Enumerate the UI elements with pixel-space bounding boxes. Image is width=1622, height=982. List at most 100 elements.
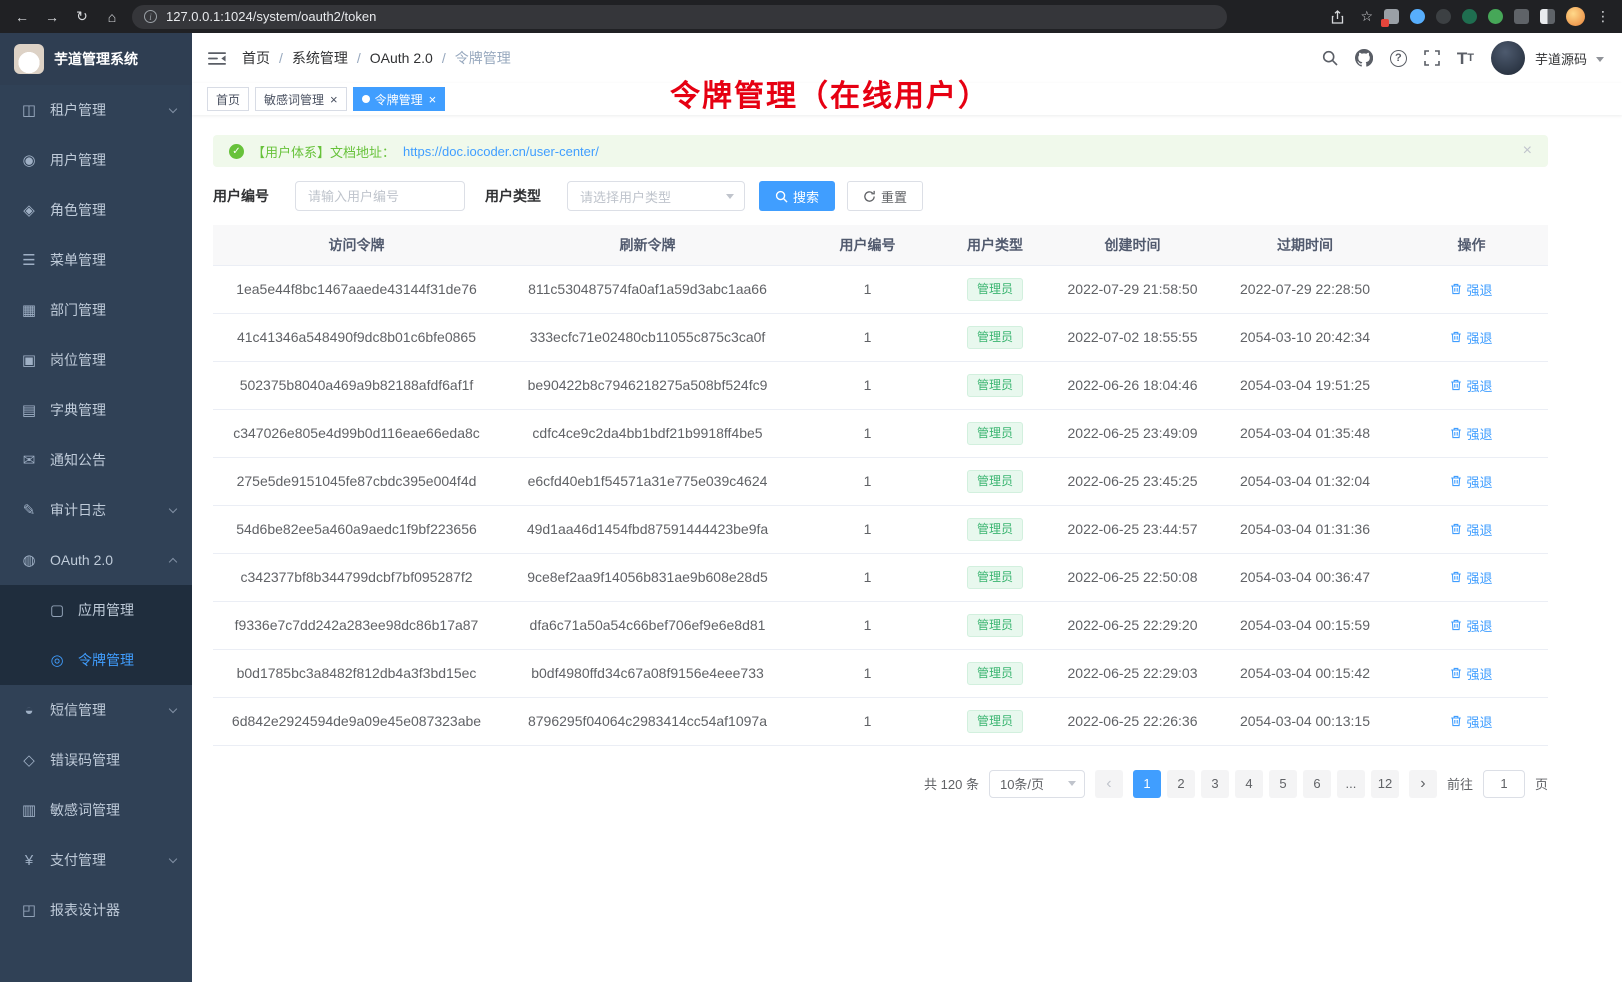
delete-icon [1450, 523, 1462, 535]
back-icon[interactable]: ← [10, 5, 34, 29]
page-button-1[interactable]: 1 [1133, 770, 1161, 798]
user-type-select[interactable]: 请选择用户类型 [567, 181, 745, 211]
user-menu-caret-icon[interactable] [1596, 57, 1604, 62]
force-logout-button[interactable]: 强退 [1450, 568, 1492, 587]
sidebar-item-oauth2[interactable]: ◍OAuth 2.0 [0, 535, 192, 585]
extension-icon[interactable] [1436, 9, 1451, 24]
sidebar-item-sensitive-word[interactable]: ▥敏感词管理 [0, 785, 192, 835]
font-size-icon[interactable]: TT [1457, 50, 1474, 67]
page-button-5[interactable]: 5 [1269, 770, 1297, 798]
user-id-label: 用户编号 [213, 186, 269, 206]
page-button-12[interactable]: 12 [1371, 770, 1399, 798]
browser-profile-avatar[interactable] [1566, 7, 1585, 26]
sidebar-item-tenant[interactable]: ◫租户管理 [0, 85, 192, 135]
sidebar-item-sms[interactable]: ◒短信管理 [0, 685, 192, 735]
sidebar-item-audit-log[interactable]: ✎审计日志 [0, 485, 192, 535]
force-logout-label: 强退 [1466, 472, 1492, 491]
doc-alert-link[interactable]: https://doc.iocoder.cn/user-center/ [403, 144, 599, 159]
user-id-input[interactable] [295, 181, 465, 211]
sidebar-item-label: 字典管理 [50, 400, 106, 420]
help-icon[interactable]: ? [1390, 50, 1407, 67]
force-logout-button[interactable]: 强退 [1450, 616, 1492, 635]
sidebar-item-label: 错误码管理 [50, 750, 120, 770]
tab-home[interactable]: 首页 [207, 87, 249, 111]
site-info-icon[interactable]: i [144, 10, 157, 23]
sidebar-item-role[interactable]: ◈角色管理 [0, 185, 192, 235]
next-page-button[interactable]: › [1409, 770, 1437, 798]
sidebar-item-dept[interactable]: ▦部门管理 [0, 285, 192, 335]
refresh-token-cell: b0df4980ffd34c67a08f9156e4eee733 [500, 649, 795, 697]
sidebar-item-report-designer[interactable]: ◰报表设计器 [0, 885, 192, 935]
column-header: 过期时间 [1215, 225, 1395, 265]
force-logout-button[interactable]: 强退 [1450, 520, 1492, 539]
sidebar-item-label: 用户管理 [50, 150, 106, 170]
tab-close-icon[interactable]: × [429, 93, 437, 106]
breadcrumb-item[interactable]: 首页 [242, 48, 270, 68]
bookmark-star-icon[interactable]: ☆ [1360, 8, 1373, 25]
menu-list-icon: ☰ [20, 251, 38, 269]
page-button-6[interactable]: 6 [1303, 770, 1331, 798]
search-button[interactable]: 搜索 [759, 181, 835, 211]
force-logout-button[interactable]: 强退 [1450, 472, 1492, 491]
search-icon[interactable] [1322, 50, 1338, 66]
sidebar: 芋道管理系统 ◫租户管理◉用户管理◈角色管理☰菜单管理▦部门管理▣岗位管理▤字典… [0, 33, 192, 982]
page-button-3[interactable]: 3 [1201, 770, 1229, 798]
extension-icon[interactable] [1384, 9, 1399, 24]
page-size-select[interactable]: 10条/页 [989, 770, 1085, 798]
browser-menu-icon[interactable]: ⋮ [1596, 8, 1610, 25]
tab-token-manage[interactable]: 令牌管理× [353, 87, 446, 111]
fullscreen-icon[interactable] [1424, 50, 1440, 66]
sidebar-item-post[interactable]: ▣岗位管理 [0, 335, 192, 385]
force-logout-button[interactable]: 强退 [1450, 664, 1492, 683]
user-type-cell: 管理员 [940, 457, 1050, 505]
force-logout-label: 强退 [1466, 664, 1492, 683]
home-icon[interactable]: ⌂ [100, 5, 124, 29]
alert-close-icon[interactable]: × [1523, 143, 1532, 159]
sidebar-item-dict[interactable]: ▤字典管理 [0, 385, 192, 435]
reload-icon[interactable]: ↻ [70, 5, 94, 29]
expire-time-cell: 2054-03-04 00:15:59 [1215, 601, 1395, 649]
user-avatar[interactable] [1491, 41, 1525, 75]
sidebar-item-menu[interactable]: ☰菜单管理 [0, 235, 192, 285]
sidebar-item-app-manage[interactable]: ▢应用管理 [0, 585, 192, 635]
tab-sensitive-word[interactable]: 敏感词管理× [255, 87, 347, 111]
force-logout-button[interactable]: 强退 [1450, 424, 1492, 443]
extension-icon[interactable] [1540, 9, 1555, 24]
refresh-token-cell: 8796295f04064c2983414cc54af1097a [500, 697, 795, 745]
force-logout-button[interactable]: 强退 [1450, 376, 1492, 395]
sidebar-item-error-code[interactable]: ◇错误码管理 [0, 735, 192, 785]
reset-button[interactable]: 重置 [847, 181, 923, 211]
sidebar-item-label: 报表设计器 [50, 900, 120, 920]
user-name[interactable]: 芋道源码 [1535, 49, 1587, 68]
extension-icon[interactable] [1514, 9, 1529, 24]
page-button-2[interactable]: 2 [1167, 770, 1195, 798]
prev-page-button[interactable]: ‹ [1095, 770, 1123, 798]
breadcrumb-item[interactable]: 系统管理 [292, 48, 348, 68]
sidebar-item-pay[interactable]: ¥支付管理 [0, 835, 192, 885]
github-icon[interactable] [1355, 49, 1373, 67]
sidebar-item-token-manage[interactable]: ◎令牌管理 [0, 635, 192, 685]
column-header: 创建时间 [1050, 225, 1215, 265]
goto-page-input[interactable] [1483, 770, 1525, 798]
tab-close-icon[interactable]: × [330, 93, 338, 106]
extension-icon[interactable] [1410, 9, 1425, 24]
sidebar-toggle-icon[interactable] [208, 51, 226, 66]
extension-icon[interactable] [1462, 9, 1477, 24]
page-button-4[interactable]: 4 [1235, 770, 1263, 798]
extension-icon[interactable] [1488, 9, 1503, 24]
force-logout-button[interactable]: 强退 [1450, 328, 1492, 347]
breadcrumb-item[interactable]: OAuth 2.0 [370, 50, 433, 66]
app-logo-row[interactable]: 芋道管理系统 [0, 33, 192, 85]
app-logo [14, 44, 44, 74]
forward-icon[interactable]: → [40, 5, 64, 29]
sidebar-item-notice[interactable]: ✉通知公告 [0, 435, 192, 485]
sidebar-item-user[interactable]: ◉用户管理 [0, 135, 192, 185]
page-more-button[interactable]: ... [1337, 770, 1365, 798]
address-bar[interactable]: i 127.0.0.1:1024/system/oauth2/token [132, 5, 1227, 29]
share-icon[interactable] [1325, 5, 1349, 29]
force-logout-button[interactable]: 强退 [1450, 712, 1492, 731]
role-icon: ◈ [20, 201, 38, 219]
chevron-down-icon [169, 704, 177, 712]
sensitive-word-icon: ▥ [20, 801, 38, 819]
force-logout-button[interactable]: 强退 [1450, 280, 1492, 299]
